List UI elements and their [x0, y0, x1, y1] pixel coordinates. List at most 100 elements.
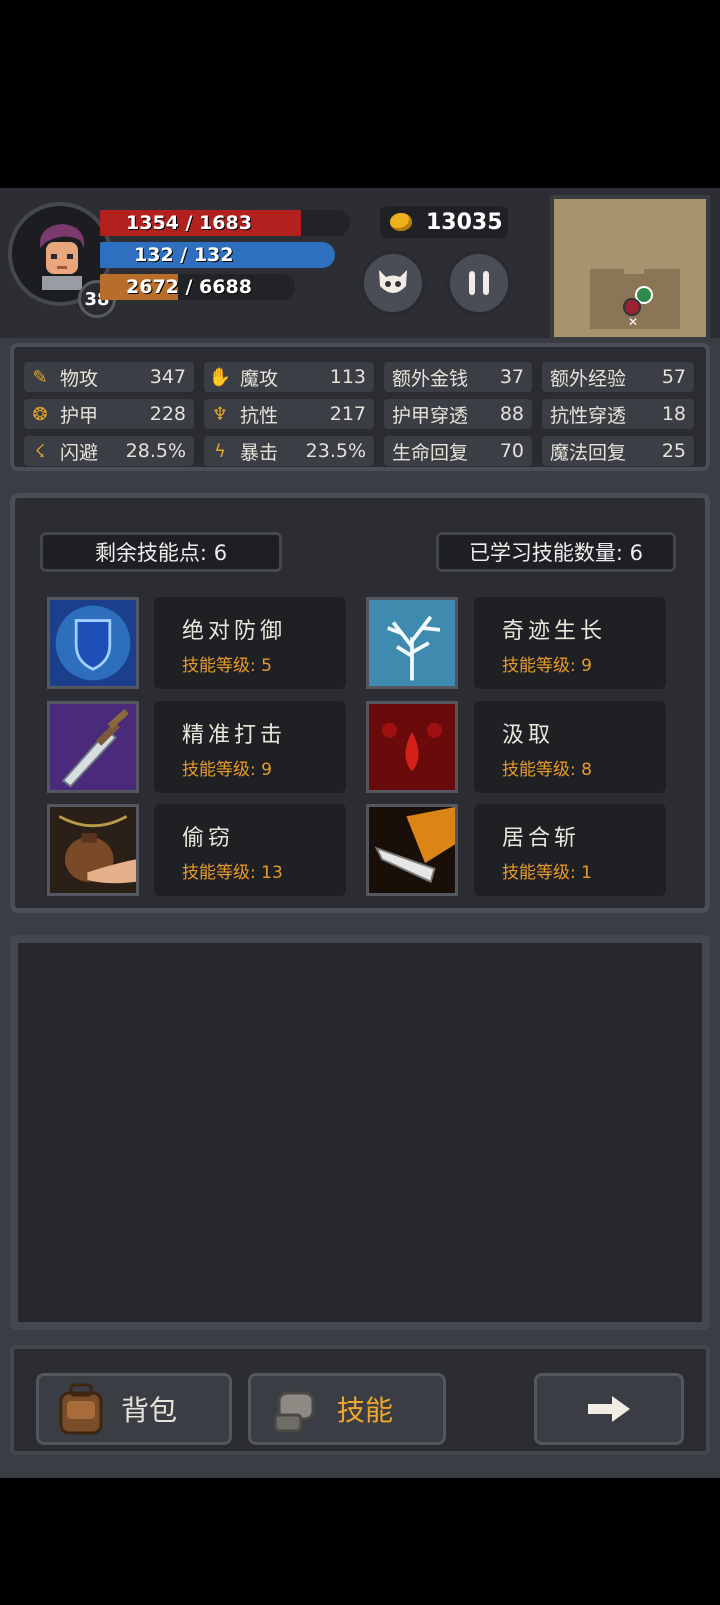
stat-value: 88 — [499, 403, 524, 425]
stat-5: ♆ 抗性 217 — [204, 399, 374, 429]
bag-tab[interactable]: 背包 — [36, 1373, 232, 1445]
backpack-icon — [59, 1383, 103, 1435]
skill-icon-1[interactable] — [366, 597, 458, 689]
skill-name: 奇迹生长 — [502, 619, 607, 644]
shield-icon — [50, 600, 136, 686]
gold-counter: 13035 — [380, 206, 508, 238]
stat-label: 生命回复 — [392, 441, 469, 464]
skill-card-2[interactable]: 精准打击技能等级: 9 — [154, 701, 346, 793]
skill-level: 技能等级: 1 — [502, 863, 592, 883]
stat-label: 护甲穿透 — [392, 404, 469, 427]
blood-drop-icon — [369, 704, 455, 790]
stat-6: 护甲穿透 88 — [384, 399, 532, 429]
skill-card-1[interactable]: 奇迹生长技能等级: 9 — [474, 597, 666, 689]
stat-3: 额外经验 57 — [542, 362, 694, 392]
stat-value: 25 — [661, 440, 686, 462]
stat-value: 23.5% — [305, 440, 366, 462]
stat-value: 70 — [499, 440, 524, 462]
skill-level: 技能等级: 13 — [182, 863, 283, 883]
skill-level: 技能等级: 9 — [502, 656, 592, 676]
skill-name: 居合斩 — [502, 826, 581, 851]
mp-text: 132 / 132 — [134, 244, 234, 266]
skill-name: 汲取 — [502, 723, 555, 748]
mp-bar: 132 / 132 — [100, 242, 335, 268]
stat-9: ϟ 暴击 23.5% — [204, 436, 374, 466]
hero-portrait-icon — [39, 224, 85, 290]
stat-label: 额外金钱 — [392, 367, 469, 390]
skill-detail-panel — [10, 935, 710, 1330]
skill-level: 技能等级: 9 — [182, 760, 272, 780]
arrow-right-icon — [588, 1396, 630, 1422]
sword-icon: ✎ — [32, 366, 48, 388]
gold-amount: 13035 — [426, 209, 503, 235]
skill-card-5[interactable]: 居合斩技能等级: 1 — [474, 804, 666, 896]
sword-strike-icon — [50, 704, 136, 790]
magic-hand-icon: ✋ — [208, 366, 232, 388]
stat-label: 额外经验 — [550, 367, 627, 390]
stat-label: 护甲 — [60, 404, 99, 427]
hp-text: 1354 / 1683 — [126, 212, 252, 234]
skill-card-0[interactable]: 绝对防御技能等级: 5 — [154, 597, 346, 689]
stat-label: 抗性穿透 — [550, 404, 627, 427]
hp-bar: 1354 / 1683 — [100, 210, 350, 236]
stat-value: 113 — [329, 366, 366, 388]
stat-label: 闪避 — [60, 441, 99, 464]
skill-name: 绝对防御 — [182, 619, 287, 644]
stat-10: 生命回复 70 — [384, 436, 532, 466]
skill-icon-0[interactable] — [47, 597, 139, 689]
tree-icon — [369, 600, 455, 686]
stat-8: ☇ 闪避 28.5% — [24, 436, 194, 466]
money-bag-icon — [50, 807, 136, 893]
stat-value: 28.5% — [125, 440, 186, 462]
character-button[interactable] — [360, 250, 426, 316]
learned-skill-count: 已学习技能数量: 6 — [436, 532, 676, 572]
xp-text: 2672 / 6688 — [126, 276, 252, 298]
stat-value: 217 — [329, 403, 366, 425]
stat-label: 魔攻 — [240, 367, 279, 390]
muscle-icon: ♆ — [211, 403, 229, 425]
stat-label: 物攻 — [60, 367, 99, 390]
skill-level: 技能等级: 8 — [502, 760, 592, 780]
stat-label: 抗性 — [240, 404, 279, 427]
stat-2: 额外金钱 37 — [384, 362, 532, 392]
skills-tab-label: 技能 — [337, 1394, 394, 1427]
stat-value: 37 — [499, 366, 524, 388]
demon-face-icon — [379, 270, 407, 293]
skill-icon-4[interactable] — [47, 804, 139, 896]
skill-card-4[interactable]: 偷窃技能等级: 13 — [154, 804, 346, 896]
skill-name: 精准打击 — [182, 723, 287, 748]
minimap[interactable]: ✕ — [550, 195, 710, 341]
flaming-blade-icon — [369, 807, 455, 893]
stat-0: ✎ 物攻 347 — [24, 362, 194, 392]
stat-value: 57 — [661, 366, 686, 388]
skill-card-3[interactable]: 汲取技能等级: 8 — [474, 701, 666, 793]
stat-7: 抗性穿透 18 — [542, 399, 694, 429]
stat-value: 18 — [661, 403, 686, 425]
skills-tab[interactable]: 技能 — [248, 1373, 446, 1445]
running-icon: ☇ — [34, 440, 46, 462]
bag-tab-label: 背包 — [121, 1394, 178, 1427]
player-marker-icon: ✕ — [623, 286, 653, 329]
gauntlet-fist-icon — [273, 1391, 315, 1433]
paw-icon: ❂ — [32, 403, 48, 425]
skill-level: 技能等级: 5 — [182, 656, 272, 676]
stat-11: 魔法回复 25 — [542, 436, 694, 466]
stat-value: 347 — [149, 366, 186, 388]
skill-name: 偷窃 — [182, 826, 235, 851]
stat-value: 228 — [149, 403, 186, 425]
skill-icon-2[interactable] — [47, 701, 139, 793]
stat-4: ❂ 护甲 228 — [24, 399, 194, 429]
stat-1: ✋ 魔攻 113 — [204, 362, 374, 392]
next-button[interactable] — [534, 1373, 684, 1445]
xp-bar: 2672 / 6688 — [100, 274, 295, 300]
stat-label: 暴击 — [240, 441, 279, 464]
lightning-icon: ϟ — [214, 440, 226, 462]
skill-icon-5[interactable] — [366, 804, 458, 896]
gold-coin-icon — [390, 213, 412, 231]
pause-button[interactable] — [446, 250, 512, 316]
svg-text:✕: ✕ — [628, 315, 638, 329]
pause-icon — [469, 271, 489, 295]
remaining-skill-points: 剩余技能点: 6 — [40, 532, 282, 572]
stat-label: 魔法回复 — [550, 441, 627, 464]
skill-icon-3[interactable] — [366, 701, 458, 793]
